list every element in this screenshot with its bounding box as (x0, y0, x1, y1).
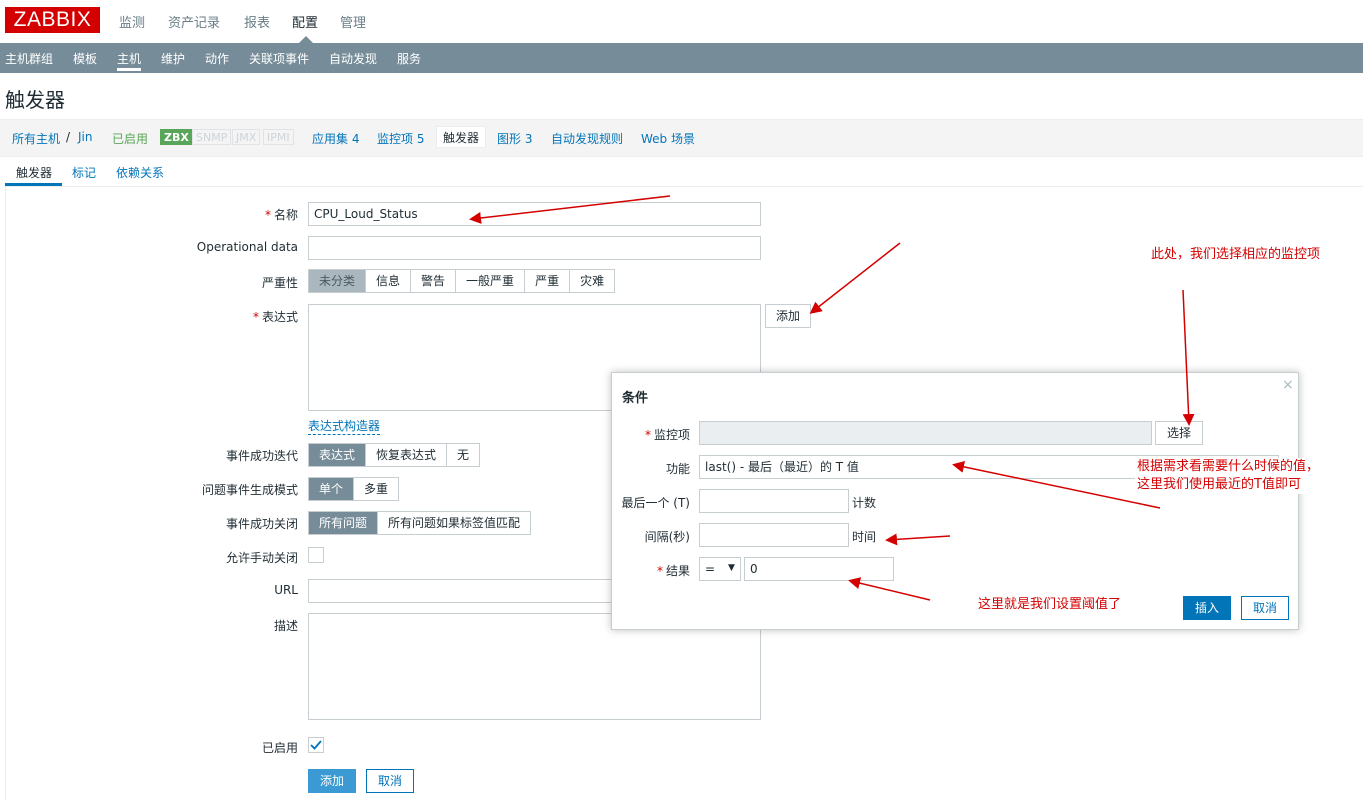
crumb-items[interactable]: 监控项 5 (377, 130, 424, 147)
url-input[interactable] (308, 579, 613, 603)
dialog-result-label: * 结果 (656, 564, 690, 578)
expression-constructor-link[interactable]: 表达式构造器 (308, 417, 381, 435)
severity-high[interactable]: 严重 (525, 270, 571, 292)
subnav-correlation[interactable]: 关联项事件 (249, 50, 309, 67)
ok-close-selector: 所有问题 所有问题如果标签值匹配 (308, 511, 532, 535)
crumb-graphs[interactable]: 图形 3 (497, 130, 532, 147)
annotation-last-value: 根据需求看需要什么时候的值， 这里我们使用最近的T值即可 (1135, 458, 1322, 494)
ok-event-selector: 表达式 恢复表达式 无 (308, 443, 481, 467)
menu-administration[interactable]: 管理 (340, 12, 366, 31)
ok-close-tag-match[interactable]: 所有问题如果标签值匹配 (378, 512, 531, 534)
tab-trigger[interactable]: 触发器 (16, 164, 52, 181)
severity-not-classified[interactable]: 未分类 (309, 270, 367, 292)
subnav-templates[interactable]: 模板 (73, 50, 97, 67)
dialog-title: 条件 (622, 391, 649, 406)
severity-warning[interactable]: 警告 (411, 270, 457, 292)
expression-label: * 表达式 (252, 310, 298, 324)
form-cancel-button[interactable]: 取消 (366, 769, 414, 793)
menu-reports[interactable]: 报表 (244, 12, 270, 31)
menu-configuration[interactable]: 配置 (292, 12, 318, 31)
subnav-maintenance[interactable]: 维护 (161, 50, 185, 67)
ok-event-label: 事件成功迭代 (225, 449, 298, 463)
dialog-item-input[interactable] (699, 421, 1152, 445)
dialog-function-label: 功能 (665, 462, 690, 476)
condition-dialog: 条件 × * 监控项 选择 功能 last() - 最后（最近）的 T 值 最后一… (611, 372, 1299, 630)
name-label: * 名称 (264, 208, 298, 222)
enabled-checkbox[interactable] (308, 737, 324, 753)
dialog-interval-input[interactable] (699, 523, 849, 547)
menu-monitoring[interactable]: 监测 (119, 12, 145, 31)
form-tabs: 触发器 标记 依赖关系 (5, 157, 1363, 187)
tag-ipmi: IPMI (263, 129, 294, 145)
dialog-item-label: * 监控项 (644, 428, 690, 442)
annotation-select-item: 此处，我们选择相应的监控项 (1151, 247, 1321, 262)
breadcrumb: 所有主机 / Jin 已启用 ZBX SNMP JMX IPMI 应用集 4 监… (0, 119, 1363, 157)
page-title: 触发器 (5, 88, 65, 112)
dialog-interval-label: 间隔(秒) (644, 530, 690, 544)
problem-mode-label: 问题事件生成模式 (201, 483, 298, 497)
subnav-hosts[interactable]: 主机 (117, 50, 141, 67)
url-label: URL (274, 583, 298, 597)
opdata-input[interactable] (308, 236, 761, 260)
tab-dependencies[interactable]: 依赖关系 (116, 164, 164, 181)
ok-event-recovery[interactable]: 恢复表达式 (366, 444, 448, 466)
manual-close-label: 允许手动关闭 (225, 551, 298, 565)
tab-tags[interactable]: 标记 (72, 164, 96, 181)
severity-selector: 未分类 信息 警告 一般严重 严重 灾难 (308, 269, 616, 293)
subnav-active-underline (117, 68, 141, 71)
annotation-threshold: 这里就是我们设置阈值了 (978, 597, 1122, 612)
dialog-result-value[interactable]: 0 (744, 557, 894, 581)
manual-close-checkbox[interactable] (308, 547, 324, 563)
chevron-down-icon: ▼ (728, 563, 735, 573)
subnav-services[interactable]: 服务 (397, 50, 421, 67)
close-icon[interactable]: × (1282, 377, 1294, 393)
tag-jmx: JMX (232, 129, 261, 145)
crumb-triggers[interactable]: 触发器 (436, 126, 487, 148)
top-bar: ZABBIX 监测 资产记录 报表 配置 管理 (0, 0, 1363, 43)
dialog-last-label: 最后一个 (T) (621, 496, 690, 510)
severity-average[interactable]: 一般严重 (456, 270, 526, 292)
problem-mode-selector: 单个 多重 (308, 477, 400, 501)
sub-navigation: 主机群组 模板 主机 维护 动作 关联项事件 自动发现 服务 (0, 43, 1363, 73)
severity-disaster[interactable]: 灾难 (570, 270, 615, 292)
crumb-applications[interactable]: 应用集 4 (312, 130, 359, 147)
tag-snmp: SNMP (192, 129, 232, 145)
dialog-interval-unit: 时间 (852, 530, 877, 544)
description-label: 描述 (273, 619, 298, 633)
subnav-host-groups[interactable]: 主机群组 (5, 50, 53, 67)
problem-mode-multiple[interactable]: 多重 (354, 478, 399, 500)
tab-active-underline (5, 183, 62, 186)
dialog-result-operator[interactable]: = ▼ (699, 557, 741, 581)
ok-close-label: 事件成功关闭 (225, 517, 298, 531)
enabled-label: 已启用 (261, 741, 298, 755)
zabbix-logo[interactable]: ZABBIX (5, 7, 100, 33)
opdata-label: Operational data (196, 240, 298, 254)
problem-mode-single[interactable]: 单个 (309, 478, 355, 500)
dialog-insert-button[interactable]: 插入 (1183, 596, 1231, 620)
active-menu-caret (299, 36, 313, 43)
crumb-separator: / (66, 130, 71, 144)
crumb-web-scenarios[interactable]: Web 场景 (641, 130, 695, 147)
subnav-actions[interactable]: 动作 (205, 50, 229, 67)
menu-inventory[interactable]: 资产记录 (168, 12, 220, 31)
dialog-last-unit: 计数 (852, 496, 877, 510)
crumb-discovery-rules[interactable]: 自动发现规则 (551, 130, 623, 147)
ok-event-expression[interactable]: 表达式 (309, 444, 367, 466)
dialog-last-input[interactable] (699, 489, 849, 513)
severity-information[interactable]: 信息 (366, 270, 412, 292)
name-input[interactable]: CPU_Loud_Status (308, 202, 761, 226)
submit-add-button[interactable]: 添加 (308, 769, 356, 793)
expression-add-button[interactable]: 添加 (765, 304, 811, 328)
crumb-host[interactable]: Jin (78, 130, 92, 144)
subnav-discovery[interactable]: 自动发现 (329, 50, 377, 67)
dialog-cancel-button[interactable]: 取消 (1241, 596, 1289, 620)
tag-zbx: ZBX (160, 129, 193, 145)
ok-event-none[interactable]: 无 (447, 444, 480, 466)
crumb-enabled-status[interactable]: 已启用 (112, 130, 148, 147)
ok-close-all[interactable]: 所有问题 (309, 512, 379, 534)
checkmark-icon (310, 740, 322, 750)
severity-label: 严重性 (261, 276, 298, 290)
dialog-select-button[interactable]: 选择 (1155, 421, 1203, 445)
crumb-all-hosts[interactable]: 所有主机 (12, 130, 60, 147)
